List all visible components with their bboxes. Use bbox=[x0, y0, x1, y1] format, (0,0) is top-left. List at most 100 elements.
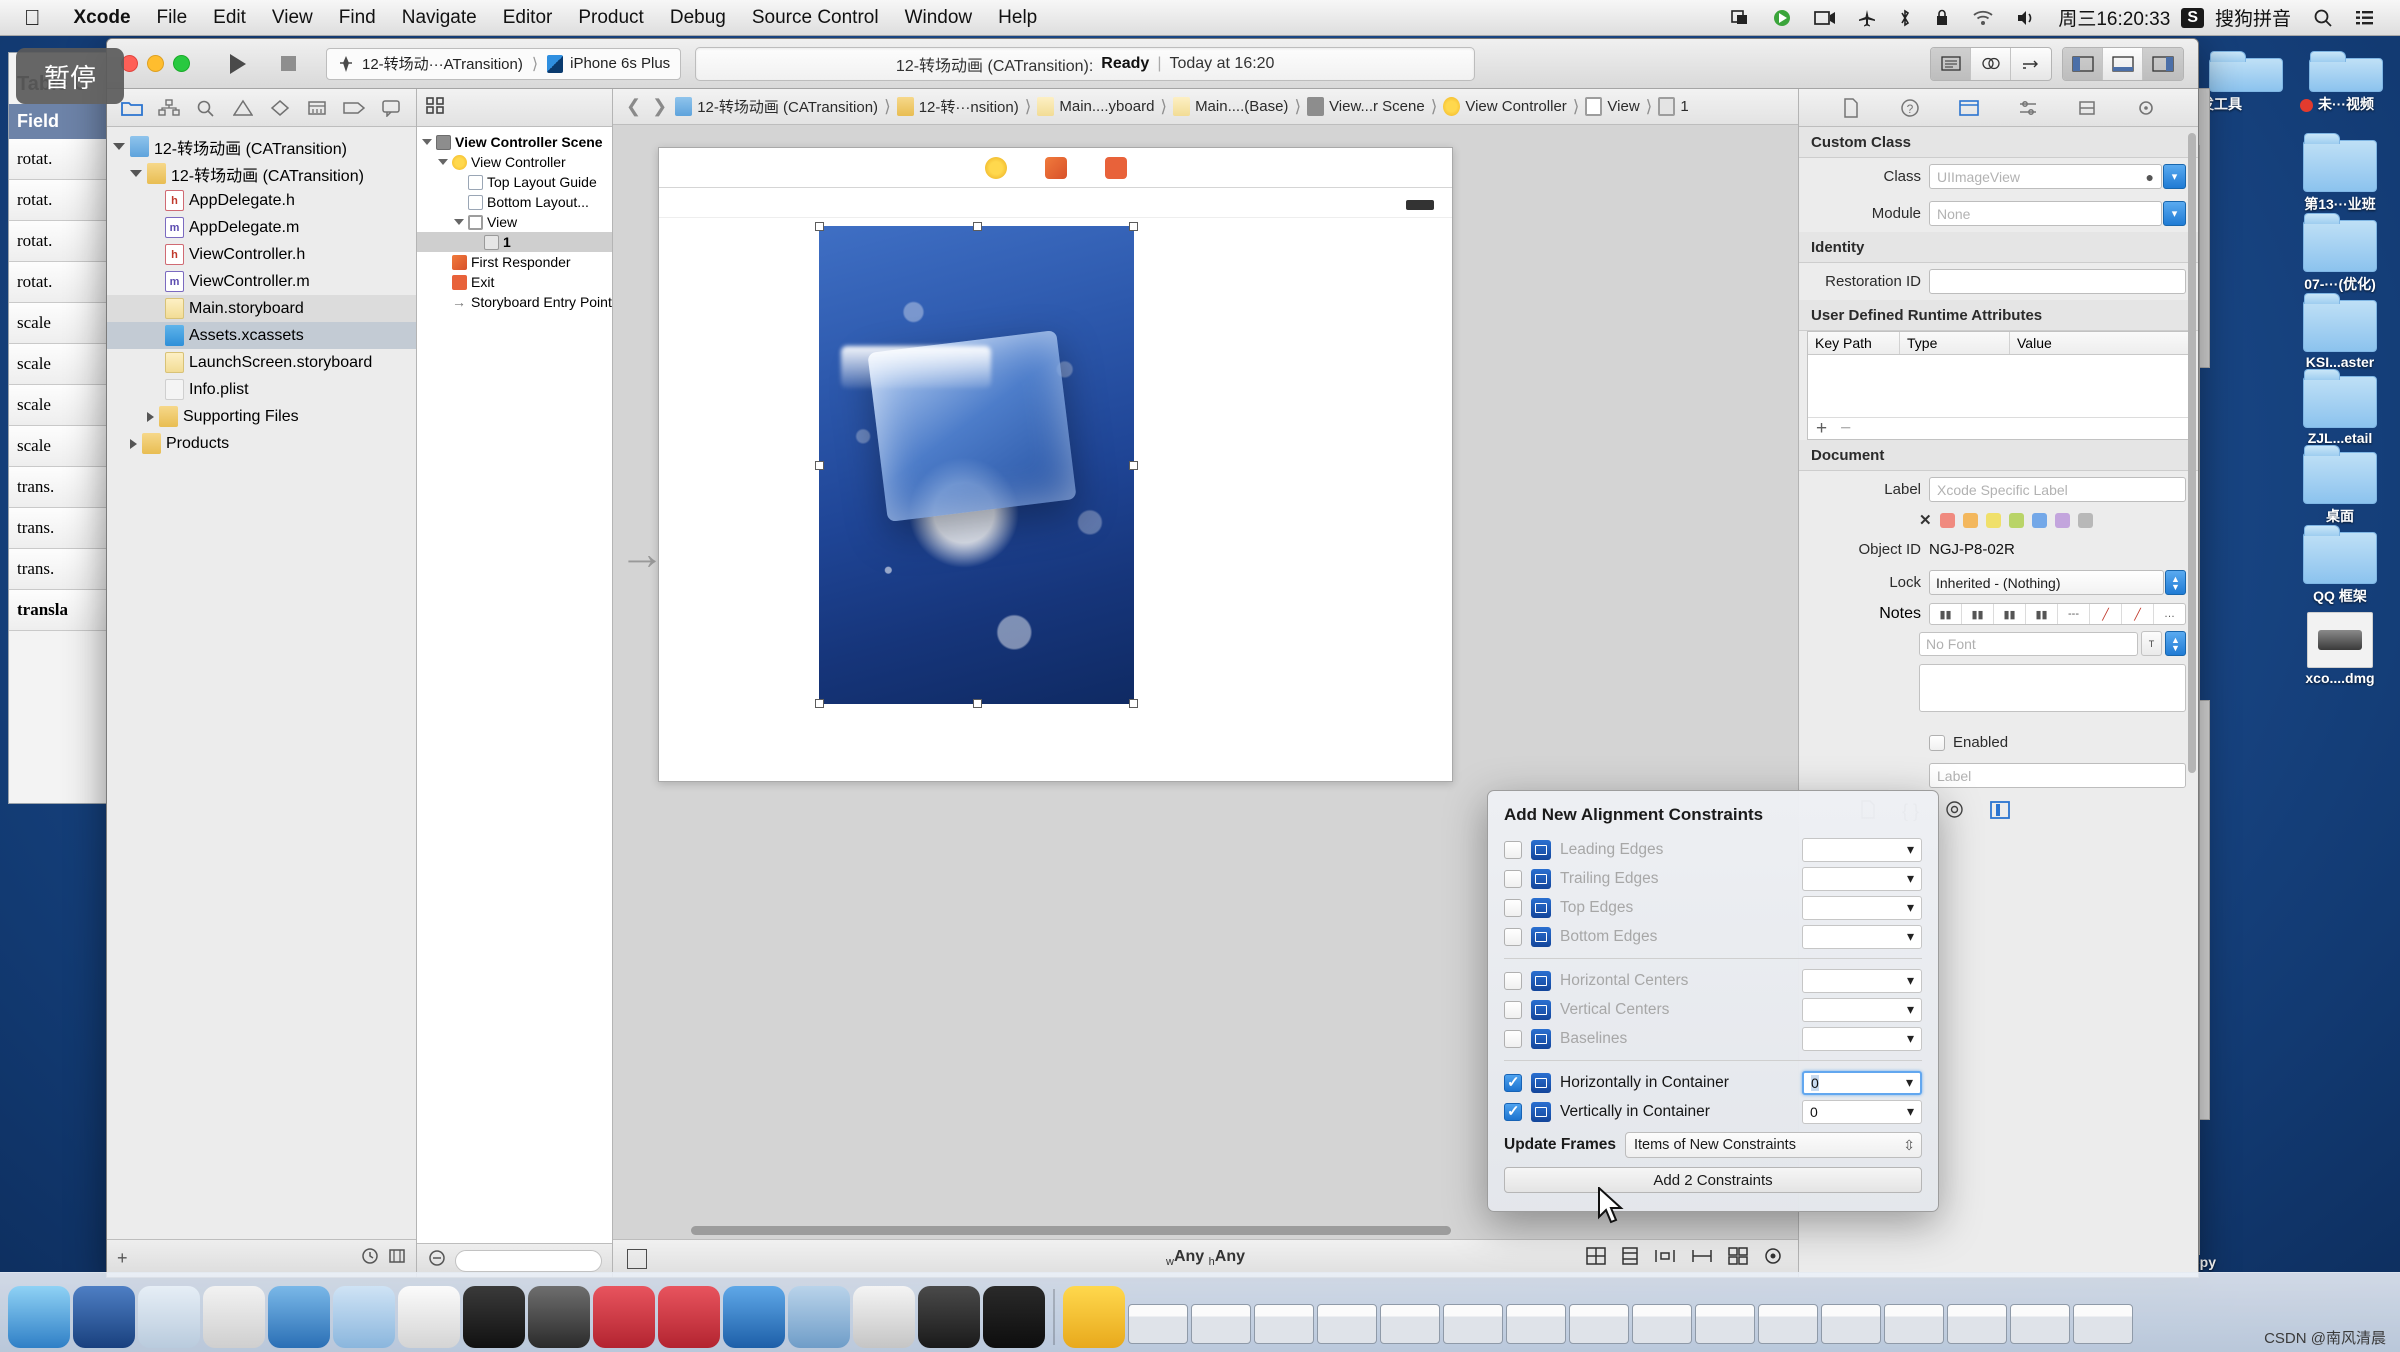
constraint-value-combo[interactable]: 0 ▾ bbox=[1802, 1099, 1922, 1124]
module-dropdown-button[interactable]: ▾ bbox=[2163, 201, 2186, 226]
project-file-row[interactable]: m AppDelegate.m bbox=[107, 214, 416, 241]
align-justify-icon[interactable]: ▮▮ bbox=[2026, 604, 2058, 624]
outline-row[interactable]: View Controller bbox=[417, 152, 612, 172]
inspector-scrollbar[interactable] bbox=[2188, 133, 2196, 773]
forward-button[interactable]: ❯ bbox=[649, 96, 670, 117]
resize-handle-middle-left[interactable] bbox=[815, 461, 824, 470]
font-stepper-icon[interactable]: ▲ ▼ bbox=[2165, 631, 2186, 656]
resize-handle-bottom-left[interactable] bbox=[815, 699, 824, 708]
resize-handle-bottom-middle[interactable] bbox=[972, 699, 982, 708]
disclosure-triangle-open-icon[interactable] bbox=[422, 139, 432, 145]
dock-window-mini-11[interactable] bbox=[1758, 1304, 1818, 1344]
constraint-value-combo[interactable]: ▾ bbox=[1802, 837, 1922, 862]
dock-item-notes[interactable] bbox=[333, 1286, 395, 1348]
dock-window-mini-12[interactable] bbox=[1821, 1304, 1881, 1344]
file-inspector-icon[interactable] bbox=[1838, 96, 1864, 120]
minimize-button[interactable] bbox=[147, 55, 164, 72]
menu-item-navigate[interactable]: Navigate bbox=[389, 7, 490, 29]
source-control-filter-icon[interactable] bbox=[388, 1247, 406, 1270]
add-constraints-button[interactable]: Add 2 Constraints bbox=[1504, 1167, 1922, 1193]
version-editor-icon[interactable] bbox=[2011, 48, 2051, 80]
color-swatch[interactable] bbox=[2077, 512, 2093, 528]
video-camera-icon[interactable] bbox=[1803, 10, 1847, 26]
chevron-down-icon[interactable]: ▾ bbox=[1907, 972, 1914, 989]
attributes-inspector-icon[interactable] bbox=[2015, 96, 2041, 120]
wifi-icon[interactable] bbox=[1961, 10, 2005, 26]
constraint-checkbox[interactable] bbox=[1504, 971, 1522, 990]
color-swatch[interactable] bbox=[2054, 512, 2070, 528]
breadcrumb-item[interactable]: View Controller bbox=[1443, 97, 1567, 116]
chevron-down-icon[interactable]: ▾ bbox=[1907, 1103, 1914, 1120]
menu-item-xcode[interactable]: Xcode bbox=[61, 7, 144, 29]
menu-item-help[interactable]: Help bbox=[985, 7, 1050, 29]
dock-item-finder[interactable] bbox=[8, 1286, 70, 1348]
constraint-row[interactable]: Vertically in Container0▾ bbox=[1488, 1097, 1938, 1126]
class-input[interactable]: UIImageView ● bbox=[1929, 164, 2162, 189]
scheme-selector[interactable]: 12-转场动···ATransition) ⟩ iPhone 6s Plus bbox=[326, 47, 682, 80]
text-color-icon[interactable]: ╱ bbox=[2090, 604, 2122, 624]
chevron-down-icon[interactable]: ▾ bbox=[1907, 1030, 1914, 1047]
dock-window-mini-13[interactable] bbox=[1884, 1304, 1944, 1344]
color-swatch[interactable] bbox=[2031, 512, 2047, 528]
constraint-row[interactable]: Horizontally in Container0▾ bbox=[1488, 1068, 1938, 1097]
constraint-value-combo[interactable]: ▾ bbox=[1802, 968, 1922, 993]
align-center-icon[interactable]: ▮▮ bbox=[1962, 604, 1994, 624]
desktop-icon-partial-1[interactable]: 发工具 bbox=[2200, 51, 2292, 114]
search-icon[interactable] bbox=[2302, 8, 2344, 28]
input-method-label[interactable]: 搜狗拼音 bbox=[2204, 4, 2302, 31]
disclosure-triangle-closed-icon[interactable] bbox=[130, 438, 137, 449]
constraint-checkbox[interactable] bbox=[1504, 1073, 1522, 1092]
desktop-icon-folder-4[interactable]: 07-···(优化) bbox=[2294, 213, 2386, 294]
find-navigator-icon[interactable] bbox=[192, 96, 220, 120]
debug-navigator-icon[interactable] bbox=[303, 96, 331, 120]
dock-item-photoshop[interactable] bbox=[658, 1286, 720, 1348]
class-dropdown-button[interactable]: ▾ bbox=[2163, 164, 2186, 189]
image-view-1[interactable] bbox=[815, 222, 1138, 708]
dock-item-preview[interactable] bbox=[398, 1286, 460, 1348]
zoom-button[interactable] bbox=[173, 55, 190, 72]
line-style-icon[interactable]: --- bbox=[2058, 604, 2090, 624]
dock-window-mini-14[interactable] bbox=[1947, 1304, 2007, 1344]
pin-icon[interactable] bbox=[1620, 1246, 1640, 1271]
identity-inspector-icon[interactable] bbox=[1956, 96, 1982, 120]
project-file-row[interactable]: LaunchScreen.storyboard bbox=[107, 349, 416, 376]
constraint-checkbox[interactable] bbox=[1504, 1102, 1522, 1121]
dock-window-mini-4[interactable] bbox=[1317, 1304, 1377, 1344]
chevron-down-icon[interactable]: ▾ bbox=[1906, 1074, 1913, 1091]
device-preview[interactable] bbox=[658, 147, 1453, 782]
runtime-add-button[interactable]: + bbox=[1816, 418, 1827, 440]
zoom-icon[interactable] bbox=[1727, 1246, 1749, 1271]
disclosure-triangle-open-icon[interactable] bbox=[130, 170, 142, 177]
outline-row[interactable]: Exit bbox=[417, 272, 612, 292]
document-color-swatches[interactable]: ✕ bbox=[1799, 511, 2198, 529]
disclosure-triangle-open-icon[interactable] bbox=[113, 143, 125, 150]
desktop-icon-folder-3[interactable]: 第13···业班 bbox=[2294, 133, 2386, 214]
dock-item-xcode[interactable] bbox=[723, 1286, 785, 1348]
chevron-down-icon[interactable]: ▾ bbox=[1907, 928, 1914, 945]
class-arrow-badge-icon[interactable]: ● bbox=[2146, 169, 2154, 185]
dock-window-mini-10[interactable] bbox=[1695, 1304, 1755, 1344]
align-right-icon[interactable]: ▮▮ bbox=[1994, 604, 2026, 624]
dock-window-mini-8[interactable] bbox=[1569, 1304, 1629, 1344]
standard-editor-icon[interactable] bbox=[1931, 47, 1971, 80]
disclosure-triangle-closed-icon[interactable] bbox=[147, 411, 154, 422]
lock-icon[interactable] bbox=[1923, 8, 1961, 27]
breakpoint-navigator-icon[interactable] bbox=[340, 96, 368, 120]
input-method-badge-icon[interactable]: S bbox=[2181, 7, 2204, 28]
bluetooth-icon[interactable] bbox=[1887, 8, 1923, 28]
project-file-row[interactable]: Main.storyboard bbox=[107, 295, 416, 322]
add-alignment-constraints-popover[interactable]: Add New Alignment Constraints Leading Ed… bbox=[1487, 790, 1939, 1212]
color-swatch[interactable] bbox=[1962, 512, 1978, 528]
disclosure-triangle-open-icon[interactable] bbox=[438, 159, 448, 165]
chevron-down-icon[interactable]: ▾ bbox=[1907, 1001, 1914, 1018]
notification-center-icon[interactable] bbox=[2344, 9, 2386, 27]
apple-logo-icon[interactable]:  bbox=[24, 6, 41, 29]
add-file-button[interactable]: + bbox=[117, 1248, 128, 1269]
constraint-row[interactable]: Trailing Edges ▾ bbox=[1488, 864, 1938, 893]
color-swatch[interactable] bbox=[2008, 512, 2024, 528]
notes-textarea[interactable] bbox=[1919, 664, 2186, 712]
recent-files-icon[interactable] bbox=[361, 1247, 379, 1270]
runtime-remove-button[interactable]: − bbox=[1840, 418, 1851, 440]
dock-window-mini-6[interactable] bbox=[1443, 1304, 1503, 1344]
menu-item-edit[interactable]: Edit bbox=[200, 7, 259, 29]
